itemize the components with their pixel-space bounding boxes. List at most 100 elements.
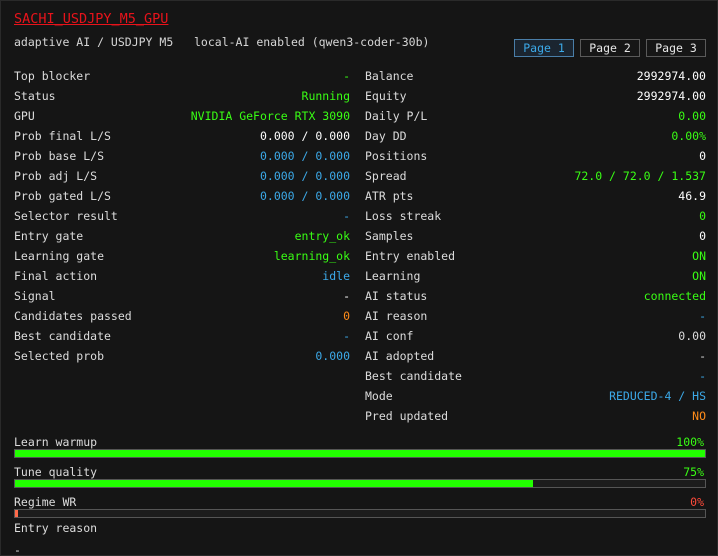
progress-bar-track (14, 509, 706, 518)
panel-subtitle: adaptive AI / USDJPY M5 local-AI enabled… (14, 35, 430, 49)
stat-row: Pred updated NO (365, 406, 706, 426)
stat-label: Daily P/L (365, 109, 428, 123)
stat-row: Positions 0 (365, 146, 706, 166)
stat-label: Spread (365, 169, 407, 183)
stat-row: Prob final L/S 0.000 / 0.000 (14, 126, 350, 146)
stat-value: ON (692, 269, 706, 283)
stat-label: Selector result (14, 209, 118, 223)
stat-row: AI status connected (365, 286, 706, 306)
stat-value: 0.000 / 0.000 (259, 189, 350, 203)
stat-value: 0 (343, 309, 350, 323)
stat-label: Best candidate (14, 329, 111, 343)
progress-bar-track (14, 479, 706, 488)
stat-value: 0 (699, 209, 706, 223)
stat-value: 0.00 (678, 329, 706, 343)
stat-row: Loss streak 0 (365, 206, 706, 226)
stat-row: Mode REDUCED-4 / HS (365, 386, 706, 406)
stat-value: NVIDIA GeForce RTX 3090 (190, 109, 350, 123)
bar-label: Regime WR (14, 495, 77, 509)
progress-bar-track (14, 449, 706, 458)
bar-percent: 75% (683, 465, 704, 479)
stat-label: Entry enabled (365, 249, 456, 263)
stat-row: Day DD 0.00% (365, 126, 706, 146)
stat-label: Samples (365, 229, 414, 243)
stat-value: 0 (699, 229, 706, 243)
dashboard-panel: SACHI_USDJPY_M5_GPU adaptive AI / USDJPY… (0, 0, 718, 556)
stat-value: - (343, 329, 350, 343)
stat-value: 0.000 (315, 349, 350, 363)
stat-row: Daily P/L 0.00 (365, 106, 706, 126)
stat-value: NO (692, 409, 706, 423)
tab-page-2[interactable]: Page 2 (580, 39, 640, 57)
entry-reason-value: - (14, 543, 21, 556)
stat-value: idle (322, 269, 350, 283)
stat-label: Day DD (365, 129, 407, 143)
stat-value: 0 (699, 149, 706, 163)
stat-value: - (699, 349, 706, 363)
stat-label: AI adopted (365, 349, 435, 363)
stat-value: 2992974.00 (636, 89, 706, 103)
stat-row: Entry enabled ON (365, 246, 706, 266)
stat-value: 2992974.00 (636, 69, 706, 83)
stat-label: GPU (14, 109, 35, 123)
stat-label: Learning gate (14, 249, 105, 263)
stat-row: Signal - (14, 286, 350, 306)
stat-row: AI conf 0.00 (365, 326, 706, 346)
stat-row: Learning gate learning_ok (14, 246, 350, 266)
stat-label: Pred updated (365, 409, 449, 423)
stat-row: Selector result - (14, 206, 350, 226)
progress-bar-fill (15, 480, 533, 487)
stat-label: Entry gate (14, 229, 84, 243)
tab-page-3[interactable]: Page 3 (646, 39, 706, 57)
stat-label: Top blocker (14, 69, 91, 83)
stat-value: 0.000 / 0.000 (259, 129, 350, 143)
stat-value: - (343, 69, 350, 83)
bar-label: Tune quality (14, 465, 98, 479)
progress-bar-fill (15, 450, 705, 457)
stat-row: Best candidate - (14, 326, 350, 346)
stat-label: Prob base L/S (14, 149, 105, 163)
stat-row: Top blocker - (14, 66, 350, 86)
stat-label: Selected prob (14, 349, 105, 363)
stat-value: connected (643, 289, 706, 303)
stat-value: REDUCED-4 / HS (609, 389, 706, 403)
stat-value: 46.9 (678, 189, 706, 203)
stat-label: Balance (365, 69, 414, 83)
entry-reason-label: Entry reason (14, 521, 98, 535)
stat-label: Loss streak (365, 209, 442, 223)
stat-label: AI conf (365, 329, 414, 343)
stat-row: Spread 72.0 / 72.0 / 1.537 (365, 166, 706, 186)
stat-row: Prob base L/S 0.000 / 0.000 (14, 146, 350, 166)
stat-label: Candidates passed (14, 309, 132, 323)
stat-value: 0.000 / 0.000 (259, 169, 350, 183)
bar-percent: 0% (690, 495, 704, 509)
stat-label: Signal (14, 289, 56, 303)
stat-value: 0.000 / 0.000 (259, 149, 350, 163)
stat-label: Status (14, 89, 56, 103)
stat-label: Mode (365, 389, 393, 403)
stat-value: 72.0 / 72.0 / 1.537 (574, 169, 706, 183)
stat-value: ON (692, 249, 706, 263)
stat-label: Prob adj L/S (14, 169, 98, 183)
stat-value: 0.00% (671, 129, 706, 143)
bar-percent: 100% (676, 435, 704, 449)
stat-row: Prob adj L/S 0.000 / 0.000 (14, 166, 350, 186)
stat-row: Status Running (14, 86, 350, 106)
stat-row: Final action idle (14, 266, 350, 286)
progress-bar-fill (15, 510, 18, 517)
stat-row: AI adopted - (365, 346, 706, 366)
tab-page-1[interactable]: Page 1 (514, 39, 574, 57)
stat-value: - (343, 289, 350, 303)
stat-row: Samples 0 (365, 226, 706, 246)
stat-row: Entry gate entry_ok (14, 226, 350, 246)
stat-row: Selected prob 0.000 (14, 346, 350, 366)
stat-label: AI status (365, 289, 428, 303)
stat-label: Positions (365, 149, 428, 163)
stat-value: - (699, 369, 706, 383)
stat-label: Equity (365, 89, 407, 103)
stat-value: entry_ok (294, 229, 350, 243)
bar-label: Learn warmup (14, 435, 98, 449)
panel-title: SACHI_USDJPY_M5_GPU (14, 11, 169, 27)
stat-row: GPU NVIDIA GeForce RTX 3090 (14, 106, 350, 126)
stat-value: 0.00 (678, 109, 706, 123)
